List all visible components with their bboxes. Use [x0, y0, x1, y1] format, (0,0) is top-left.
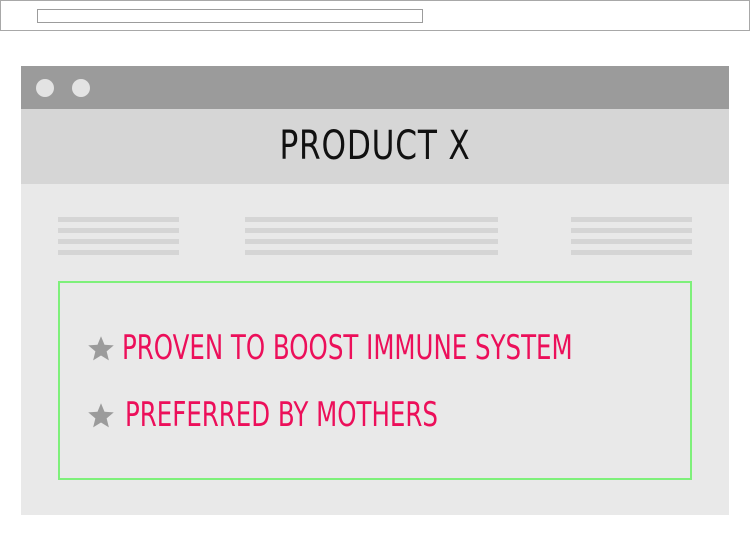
placeholder-text-line: [571, 239, 692, 244]
product-header: PRODUCT X: [21, 109, 729, 184]
top-bar: [0, 0, 750, 31]
placeholder-text-line: [58, 217, 179, 222]
window-control-dot[interactable]: [72, 79, 90, 97]
product-title: PRODUCT X: [279, 123, 471, 169]
placeholder-text-line: [58, 239, 179, 244]
window-title-bar: [21, 66, 729, 109]
benefit-text: PREFERRED BY MOTHERS: [125, 395, 438, 435]
placeholder-text-line: [245, 250, 498, 255]
benefit-item: PROVEN TO BOOST IMMUNE SYSTEM: [60, 328, 690, 368]
placeholder-text-line: [58, 228, 179, 233]
window-control-dot[interactable]: [36, 79, 54, 97]
address-field[interactable]: [37, 9, 423, 23]
placeholder-text-block-center: [245, 217, 498, 261]
browser-window: PRODUCT X PROVEN TO BOOST IMMUNE SYSTEM …: [21, 66, 729, 515]
star-icon: [88, 403, 114, 428]
star-icon: [88, 336, 114, 361]
placeholder-text-line: [245, 239, 498, 244]
benefit-text: PROVEN TO BOOST IMMUNE SYSTEM: [122, 328, 573, 368]
placeholder-text-line: [571, 228, 692, 233]
benefit-item: PREFERRED BY MOTHERS: [60, 395, 690, 435]
placeholder-text-line: [245, 228, 498, 233]
placeholder-text-line: [571, 250, 692, 255]
placeholder-text-line: [571, 217, 692, 222]
benefits-box: PROVEN TO BOOST IMMUNE SYSTEM PREFERRED …: [58, 281, 692, 480]
placeholder-text-line: [245, 217, 498, 222]
placeholder-text-block-right: [571, 217, 692, 261]
placeholder-text-line: [58, 250, 179, 255]
placeholder-text-block-left: [58, 217, 179, 261]
